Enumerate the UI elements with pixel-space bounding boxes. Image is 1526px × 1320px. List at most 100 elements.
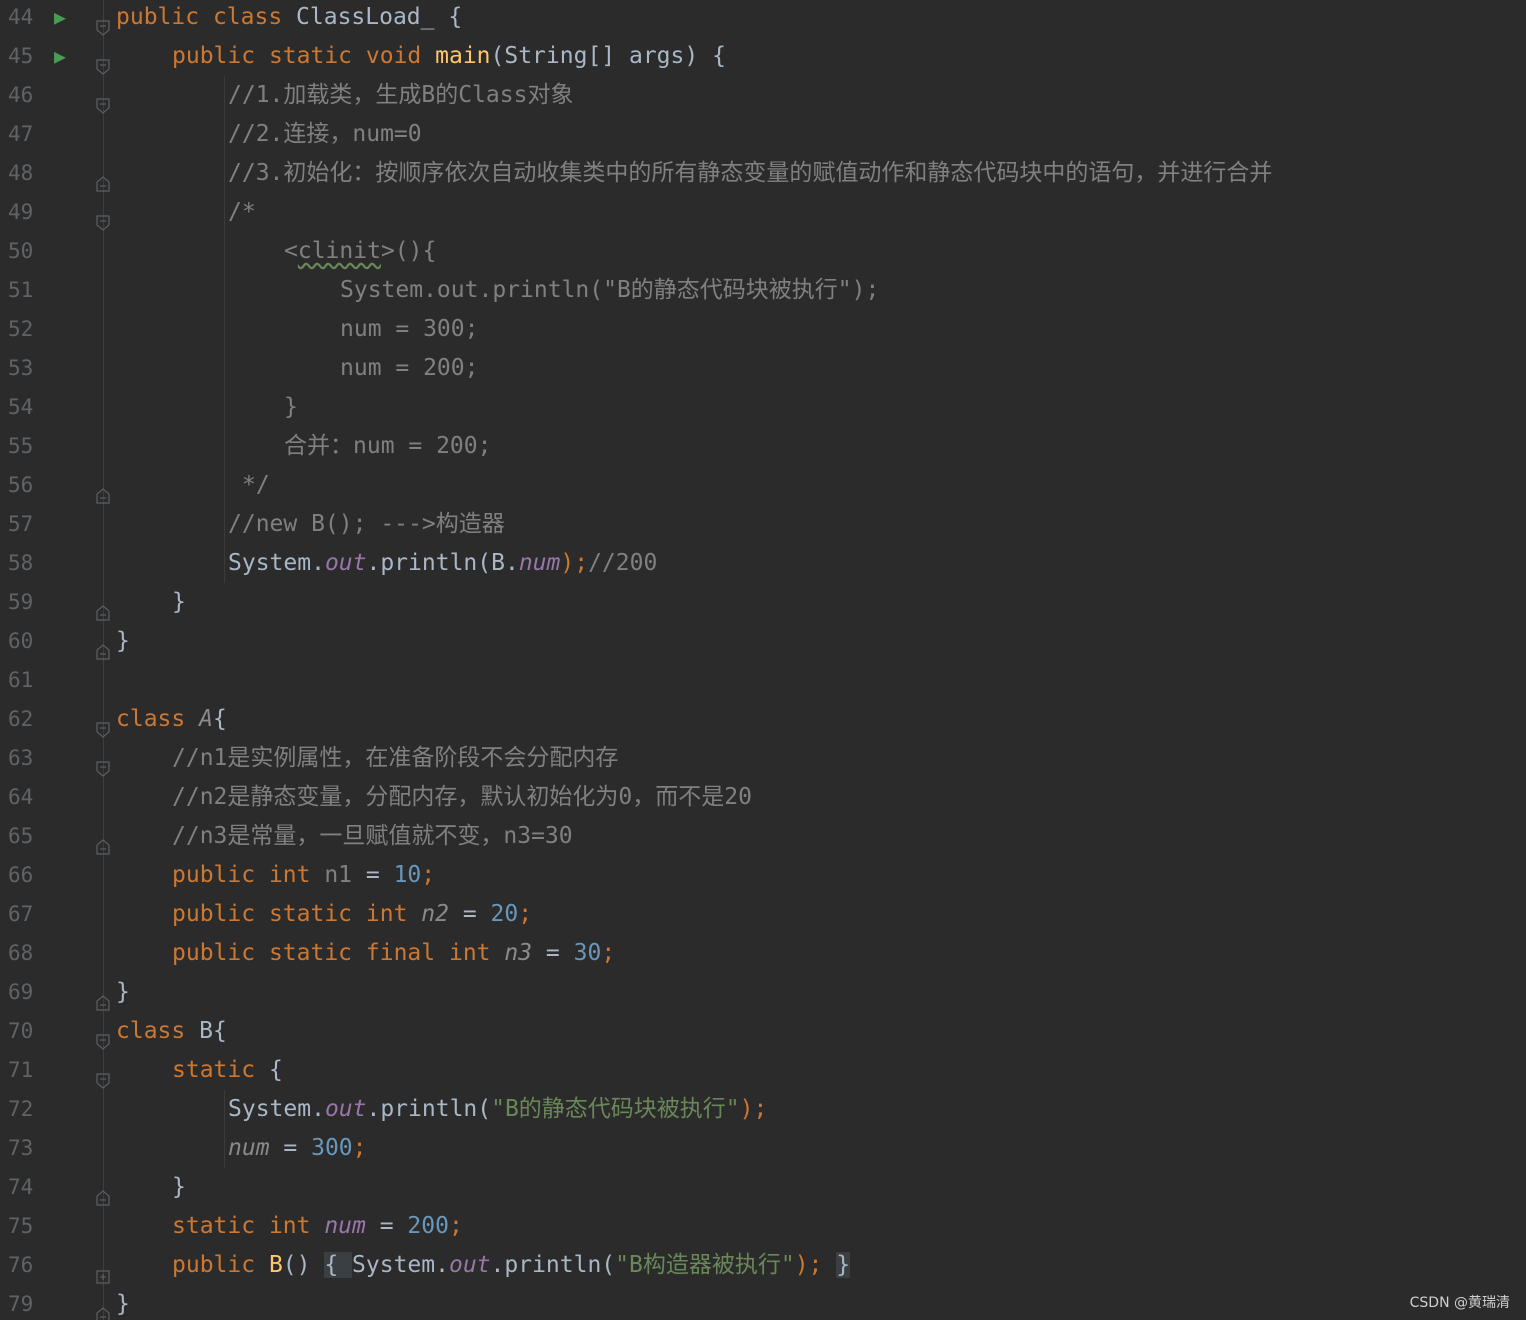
code-line[interactable]: 52 num = 300; xyxy=(0,310,1526,349)
fold-marker-icon[interactable] xyxy=(96,10,110,36)
line-number: 60 xyxy=(8,629,34,653)
code-line[interactable]: 53 num = 200; xyxy=(0,349,1526,388)
run-icon[interactable]: ▶ xyxy=(54,0,66,37)
line-number: 44 xyxy=(8,5,34,29)
code-line[interactable]: 57 //new B(); --->构造器 xyxy=(0,505,1526,544)
code-line[interactable]: 50 <clinit>(){ xyxy=(0,232,1526,271)
code-line[interactable]: 60} xyxy=(0,622,1526,661)
fold-marker-icon[interactable] xyxy=(96,1063,110,1089)
code-line[interactable]: 59} xyxy=(0,583,1526,622)
code-line[interactable]: 72 System.out.println("B的静态代码块被执行"); xyxy=(0,1090,1526,1129)
code-text: //n2是静态变量，分配内存，默认初始化为0，而不是20 xyxy=(172,778,752,817)
code-text: } xyxy=(172,1168,186,1207)
code-line[interactable]: 65 //n3是常量，一旦赋值就不变，n3=30 xyxy=(0,817,1526,856)
code-line[interactable]: 63 //n1是实例属性，在准备阶段不会分配内存 xyxy=(0,739,1526,778)
code-token: public xyxy=(172,862,269,888)
code-line[interactable]: 62 class A{ xyxy=(0,700,1526,739)
code-line[interactable]: 48 //3.初始化：按顺序依次自动收集类中的所有静态变量的赋值动作和静态代码块中… xyxy=(0,154,1526,193)
code-token: int xyxy=(448,940,505,966)
code-line[interactable]: 56 */ xyxy=(0,466,1526,505)
code-token: class xyxy=(116,1018,200,1044)
fold-marker-icon[interactable] xyxy=(96,829,110,855)
indent-guide xyxy=(224,76,225,583)
code-token: out xyxy=(324,1096,367,1122)
code-line[interactable]: 54} xyxy=(0,388,1526,427)
line-number: 65 xyxy=(8,824,34,848)
code-line[interactable]: 49 /* xyxy=(0,193,1526,232)
code-token: { xyxy=(324,1252,353,1278)
fold-marker-icon[interactable] xyxy=(96,1180,110,1206)
line-number: 70 xyxy=(8,1019,34,1043)
code-line[interactable]: 73 num = 300; xyxy=(0,1129,1526,1168)
fold-marker-icon[interactable] xyxy=(96,634,110,660)
code-token: A xyxy=(199,706,213,732)
code-line[interactable]: 76 public B() { System.out.println("B构造器被… xyxy=(0,1246,1526,1285)
fold-marker-icon[interactable] xyxy=(96,88,110,114)
line-number: 69 xyxy=(8,980,34,1004)
code-line[interactable]: 66 public int n1 = 10; xyxy=(0,856,1526,895)
code-line[interactable]: 45 ▶ public static void main(String[] args… xyxy=(0,37,1526,76)
code-text: <clinit>(){ xyxy=(284,232,436,271)
code-token: n1 xyxy=(324,862,353,888)
line-number: 53 xyxy=(8,356,34,380)
line-number: 67 xyxy=(8,902,34,926)
line-number: 45 xyxy=(8,44,34,68)
code-line[interactable]: 46 //1.加载类，生成B的Class对象 xyxy=(0,76,1526,115)
line-number: 73 xyxy=(8,1136,34,1160)
expand-fold-icon[interactable] xyxy=(96,1258,110,1284)
fold-marker-icon[interactable] xyxy=(96,751,110,777)
code-line[interactable]: 64 //n2是静态变量，分配内存，默认初始化为0，而不是20 xyxy=(0,778,1526,817)
line-number: 74 xyxy=(8,1175,34,1199)
code-line[interactable]: 67 public static int n2 = 20; xyxy=(0,895,1526,934)
code-token: .println(B. xyxy=(366,550,519,576)
code-line[interactable]: 51 System.out.println("B的静态代码块被执行"); xyxy=(0,271,1526,310)
code-token: //new B(); --->构造器 xyxy=(228,511,505,537)
code-token: ; xyxy=(518,901,533,927)
code-token: "B构造器被执行" xyxy=(615,1252,795,1278)
code-text: num = 300; xyxy=(228,1129,367,1168)
code-line[interactable]: 68 public static final int n3 = 30; xyxy=(0,934,1526,973)
code-token: { xyxy=(268,1057,283,1083)
code-token: n3 xyxy=(504,940,533,966)
code-token: >(){ xyxy=(380,238,437,264)
code-token: 合并：num = 200; xyxy=(284,433,492,459)
code-line[interactable]: 69} xyxy=(0,973,1526,1012)
code-line[interactable]: 71 static { xyxy=(0,1051,1526,1090)
code-line[interactable]: 74} xyxy=(0,1168,1526,1207)
code-line[interactable]: 44 ▶ public class ClassLoad_ { xyxy=(0,0,1526,37)
code-line[interactable]: 79} xyxy=(0,1285,1526,1320)
code-token: class xyxy=(116,706,200,732)
watermark: CSDN @黄瑞清 xyxy=(1409,1295,1510,1311)
code-token: { xyxy=(212,706,227,732)
fold-marker-icon[interactable] xyxy=(96,1024,110,1050)
code-line[interactable]: 58 System.out.println(B.num);//200 xyxy=(0,544,1526,583)
code-editor[interactable]: 44 ▶ public class ClassLoad_ {45 ▶ public st… xyxy=(0,0,1526,1320)
code-token: static xyxy=(268,901,366,927)
code-token: //1.加载类，生成B的Class对象 xyxy=(228,82,574,108)
code-token: int xyxy=(365,901,422,927)
code-token: clinit xyxy=(297,238,381,264)
fold-marker-icon[interactable] xyxy=(96,1297,110,1320)
code-line[interactable]: 75 static int num = 200; xyxy=(0,1207,1526,1246)
code-token: 10 xyxy=(393,862,422,888)
indent-guide xyxy=(224,1090,225,1168)
fold-marker-icon[interactable] xyxy=(96,595,110,621)
fold-marker-icon[interactable] xyxy=(96,478,110,504)
code-line[interactable]: 61 xyxy=(0,661,1526,700)
run-icon[interactable]: ▶ xyxy=(54,37,66,76)
fold-marker-icon[interactable] xyxy=(96,166,110,192)
line-number: 59 xyxy=(8,590,34,614)
code-text: class B{ xyxy=(116,1012,227,1051)
code-line[interactable]: 55 合并：num = 200; xyxy=(0,427,1526,466)
code-line[interactable]: 70 class B{ xyxy=(0,1012,1526,1051)
fold-marker-icon[interactable] xyxy=(96,205,110,231)
fold-marker-icon[interactable] xyxy=(96,985,110,1011)
code-text: public static final int n3 = 30; xyxy=(172,934,615,973)
code-token: num xyxy=(518,550,561,576)
line-number: 50 xyxy=(8,239,34,263)
code-line[interactable]: 47 //2.连接，num=0 xyxy=(0,115,1526,154)
line-number: 57 xyxy=(8,512,34,536)
fold-marker-icon[interactable] xyxy=(96,712,110,738)
fold-marker-icon[interactable] xyxy=(96,49,110,75)
code-token: } xyxy=(172,589,186,615)
